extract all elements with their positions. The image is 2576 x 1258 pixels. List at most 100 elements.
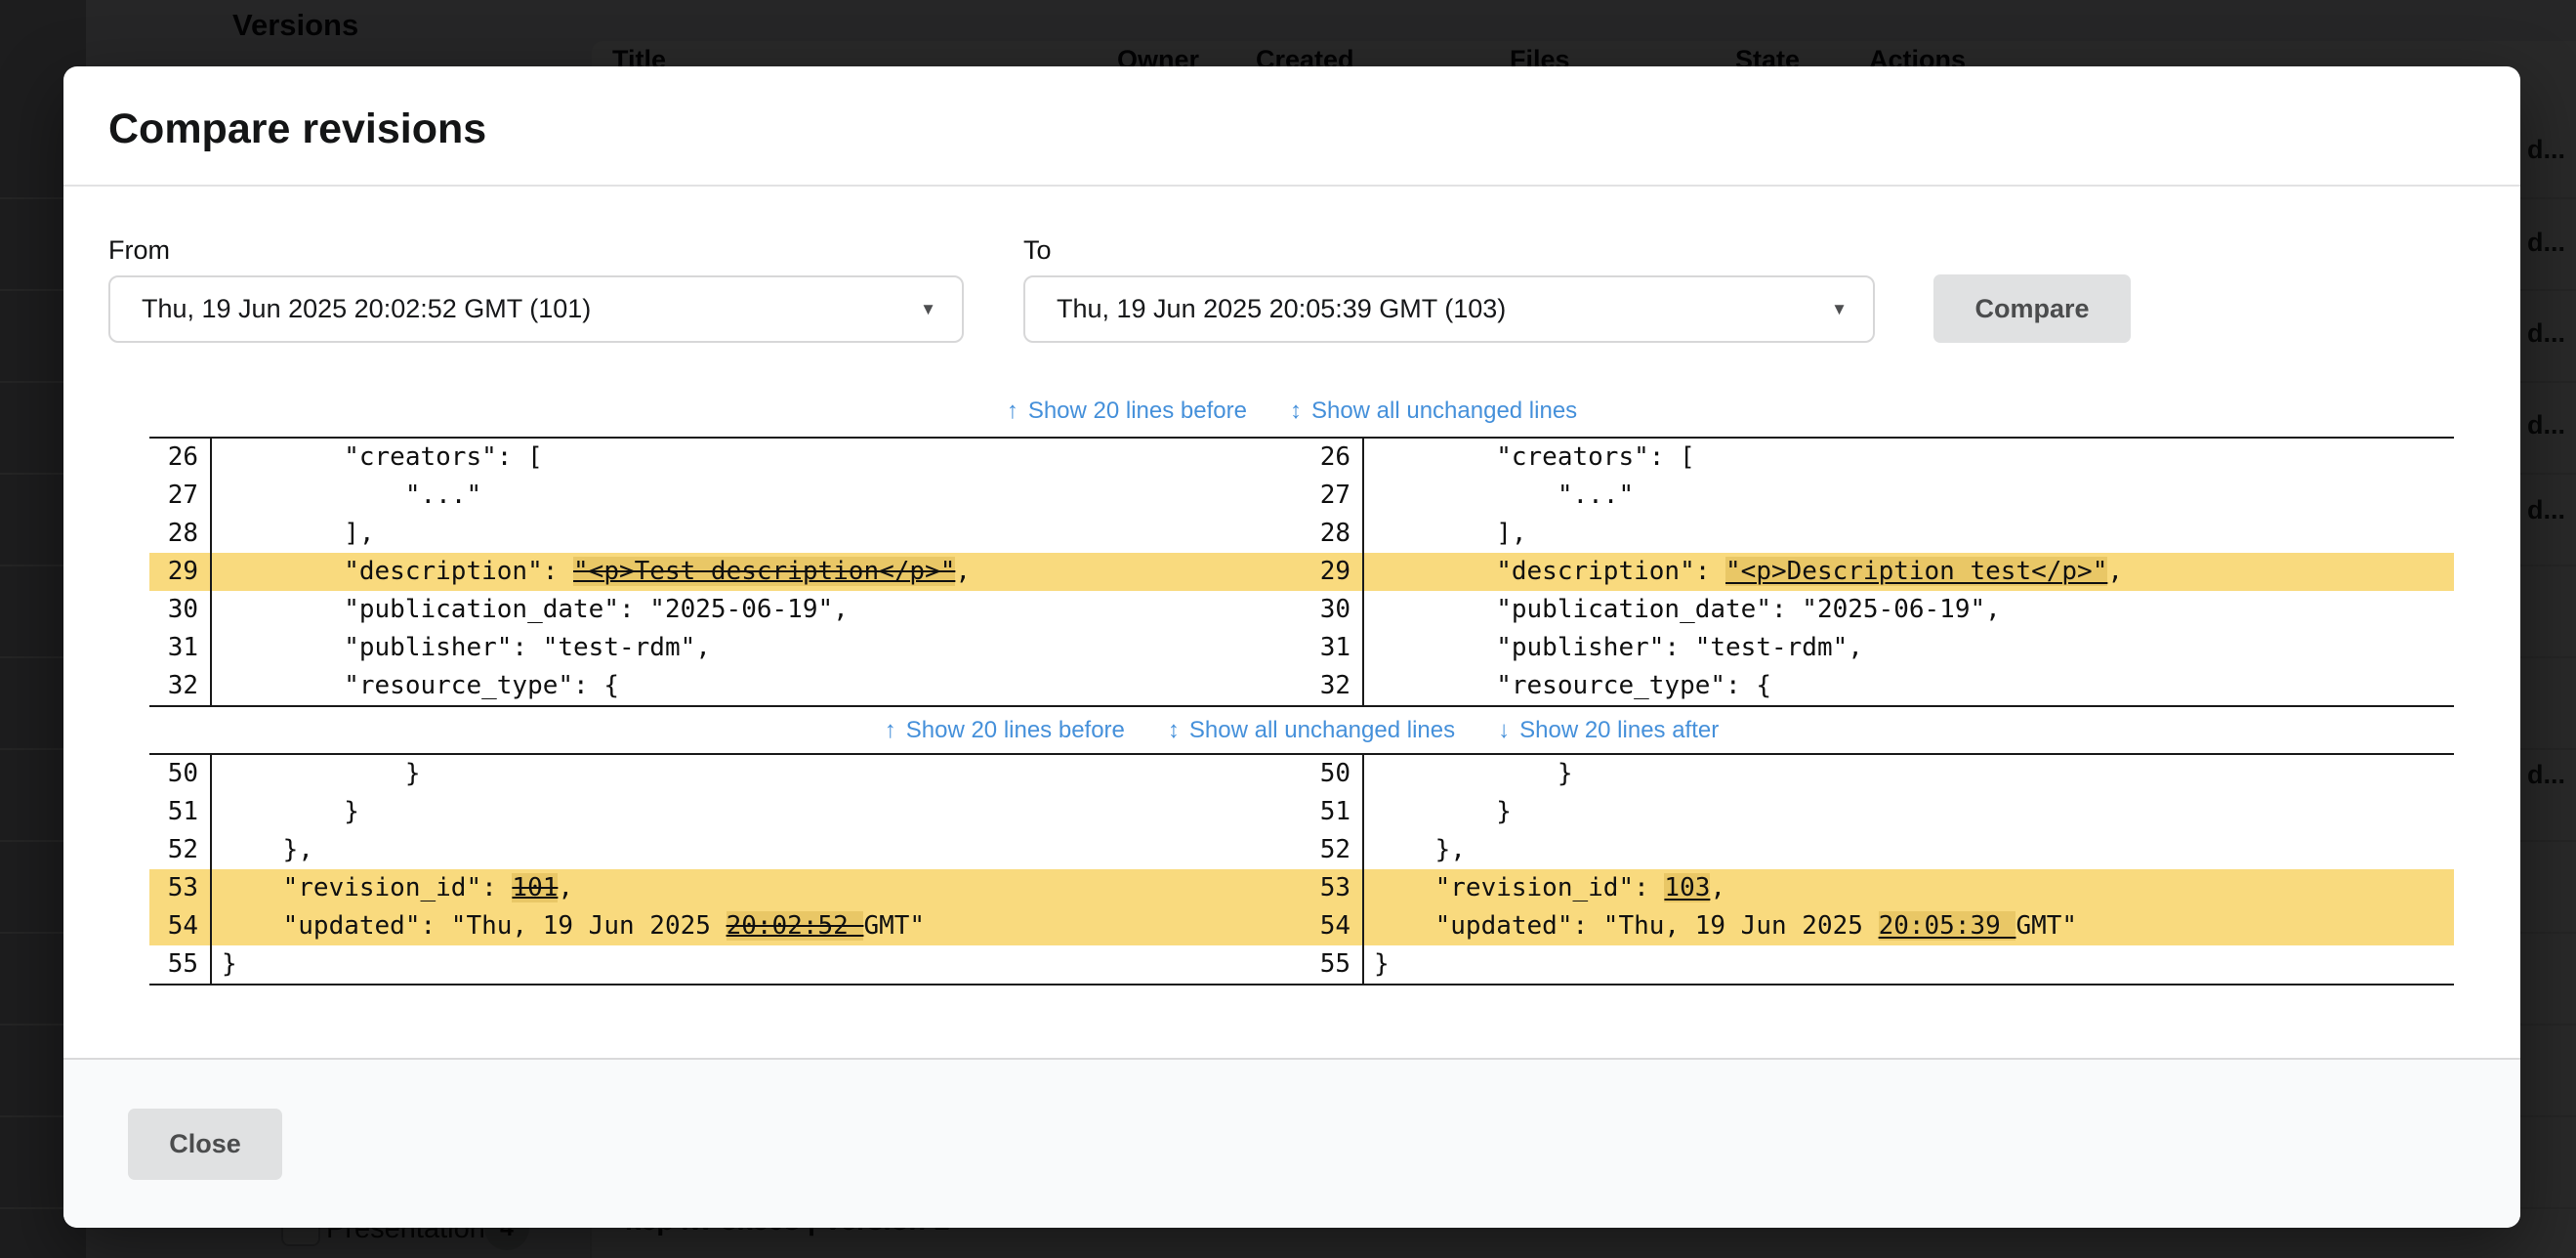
line-number: 30 — [149, 591, 210, 629]
line-number: 52 — [149, 831, 210, 869]
show-all-unchanged-label: Show all unchanged lines — [1189, 717, 1455, 744]
diff-row: 27 "..." 27 "..." — [149, 477, 2454, 515]
code-line-left: ], — [210, 515, 1302, 553]
deleted-segment: 20:02:52 — [727, 911, 864, 941]
line-number: 27 — [1302, 477, 1362, 515]
diff-row: 51 } 51 } — [149, 793, 2454, 831]
code-segment: "publisher": "test-rdm", — [222, 633, 711, 662]
code-segment: "..." — [222, 481, 481, 510]
from-label: From — [108, 235, 964, 266]
line-number: 54 — [1302, 907, 1362, 945]
compare-button[interactable]: Compare — [1933, 274, 2131, 343]
code-segment: "creators": [ — [1374, 442, 1695, 472]
code-segment: GMT" — [863, 911, 925, 941]
code-segment: "publication_date": "2025-06-19", — [1374, 595, 2001, 624]
code-segment: ], — [222, 519, 375, 548]
code-segment: "revision_id": — [1374, 873, 1664, 902]
code-segment: } — [222, 949, 237, 979]
code-line-right: "creators": [ — [1362, 439, 2454, 477]
code-segment: "resource_type": { — [222, 671, 619, 700]
code-segment: }, — [222, 835, 313, 864]
show-all-unchanged-label: Show all unchanged lines — [1311, 398, 1577, 425]
code-line-left: "description": "<p>Test description</p>"… — [210, 553, 1302, 591]
line-number: 53 — [149, 869, 210, 907]
code-line-right: } — [1362, 793, 2454, 831]
code-line-right: "publication_date": "2025-06-19", — [1362, 591, 2454, 629]
code-line-left: } — [210, 755, 1302, 793]
from-select[interactable]: Thu, 19 Jun 2025 20:02:52 GMT (101) ▼ — [108, 275, 964, 343]
diff-row: 31 "publisher": "test-rdm", 31 "publishe… — [149, 629, 2454, 667]
code-segment: ], — [1374, 519, 1527, 548]
diff-row: 55 } 55 } — [149, 945, 2454, 984]
from-selected-value: Thu, 19 Jun 2025 20:02:52 GMT (101) — [142, 294, 591, 324]
line-number: 31 — [1302, 629, 1362, 667]
line-number: 28 — [1302, 515, 1362, 553]
code-segment: } — [1374, 797, 1512, 826]
line-number: 28 — [149, 515, 210, 553]
code-segment: "resource_type": { — [1374, 671, 1771, 700]
code-segment: "publisher": "test-rdm", — [1374, 633, 1863, 662]
code-segment: } — [1374, 949, 1390, 979]
code-segment: , — [558, 873, 573, 902]
code-line-left: "publisher": "test-rdm", — [210, 629, 1302, 667]
modal-title: Compare revisions — [108, 105, 2475, 153]
line-number: 27 — [149, 477, 210, 515]
show-lines-before-link[interactable]: ↑ Show 20 lines before — [1007, 398, 1247, 425]
caret-down-icon: ▼ — [1831, 300, 1848, 319]
code-segment: } — [1374, 759, 1573, 788]
arrows-up-down-icon: ↕ — [1290, 398, 1302, 425]
code-line-left: "..." — [210, 477, 1302, 515]
arrow-down-icon: ↓ — [1498, 717, 1510, 744]
close-button[interactable]: Close — [128, 1109, 282, 1180]
revision-controls: From Thu, 19 Jun 2025 20:02:52 GMT (101)… — [108, 235, 2475, 343]
line-number: 52 — [1302, 831, 1362, 869]
diff-block-1: 26 "creators": [ 26 "creators": [ 27 "..… — [149, 437, 2454, 707]
code-segment: }, — [1374, 835, 1466, 864]
modal-footer: Close — [63, 1058, 2520, 1228]
to-select-group: To Thu, 19 Jun 2025 20:05:39 GMT (103) ▼ — [1023, 235, 1875, 343]
diff-row: 50 } 50 } — [149, 755, 2454, 793]
code-line-right: } — [1362, 755, 2454, 793]
code-line-left: } — [210, 945, 1302, 984]
code-segment: "creators": [ — [222, 442, 543, 472]
show-lines-before-link[interactable]: ↑ Show 20 lines before — [885, 717, 1125, 744]
code-line-left: } — [210, 793, 1302, 831]
to-select[interactable]: Thu, 19 Jun 2025 20:05:39 GMT (103) ▼ — [1023, 275, 1875, 343]
to-selected-value: Thu, 19 Jun 2025 20:05:39 GMT (103) — [1057, 294, 1506, 324]
code-segment: , — [955, 557, 971, 586]
code-line-right: "publisher": "test-rdm", — [1362, 629, 2454, 667]
code-line-right: } — [1362, 945, 2454, 984]
code-segment: } — [222, 759, 421, 788]
show-all-unchanged-link[interactable]: ↕ Show all unchanged lines — [1168, 717, 1455, 744]
code-segment: , — [1710, 873, 1725, 902]
diff-row-changed: 54 "updated": "Thu, 19 Jun 2025 20:02:52… — [149, 907, 2454, 945]
code-line-right: "revision_id": 103, — [1362, 869, 2454, 907]
diff-view: 26 "creators": [ 26 "creators": [ 27 "..… — [149, 437, 2454, 985]
code-segment: "updated": "Thu, 19 Jun 2025 — [222, 911, 727, 941]
show-all-unchanged-link[interactable]: ↕ Show all unchanged lines — [1290, 398, 1577, 425]
code-line-right: ], — [1362, 515, 2454, 553]
show-lines-before-label: Show 20 lines before — [1028, 398, 1247, 425]
caret-down-icon: ▼ — [920, 300, 936, 319]
line-number: 51 — [1302, 793, 1362, 831]
line-number: 32 — [1302, 667, 1362, 705]
line-number: 55 — [1302, 945, 1362, 984]
code-segment: GMT" — [2015, 911, 2077, 941]
code-line-left: "updated": "Thu, 19 Jun 2025 20:02:52 GM… — [210, 907, 1302, 945]
arrows-up-down-icon: ↕ — [1168, 717, 1180, 744]
code-segment: } — [222, 797, 359, 826]
code-line-right: "description": "<p>Description test</p>"… — [1362, 553, 2454, 591]
code-line-right: "updated": "Thu, 19 Jun 2025 20:05:39 GM… — [1362, 907, 2454, 945]
diff-row-changed: 29 "description": "<p>Test description</… — [149, 553, 2454, 591]
show-lines-after-link[interactable]: ↓ Show 20 lines after — [1498, 717, 1719, 744]
diff-row: 32 "resource_type": { 32 "resource_type"… — [149, 667, 2454, 705]
code-line-left: }, — [210, 831, 1302, 869]
code-segment: "description": — [1374, 557, 1725, 586]
from-select-group: From Thu, 19 Jun 2025 20:02:52 GMT (101)… — [108, 235, 964, 343]
line-number: 26 — [149, 439, 210, 477]
diff-links-middle: ↑ Show 20 lines before ↕ Show all unchan… — [149, 707, 2454, 753]
code-line-left: "resource_type": { — [210, 667, 1302, 705]
inserted-segment: "<p>Description test</p>" — [1725, 557, 2107, 586]
code-segment: , — [2107, 557, 2123, 586]
code-segment: "revision_id": — [222, 873, 512, 902]
